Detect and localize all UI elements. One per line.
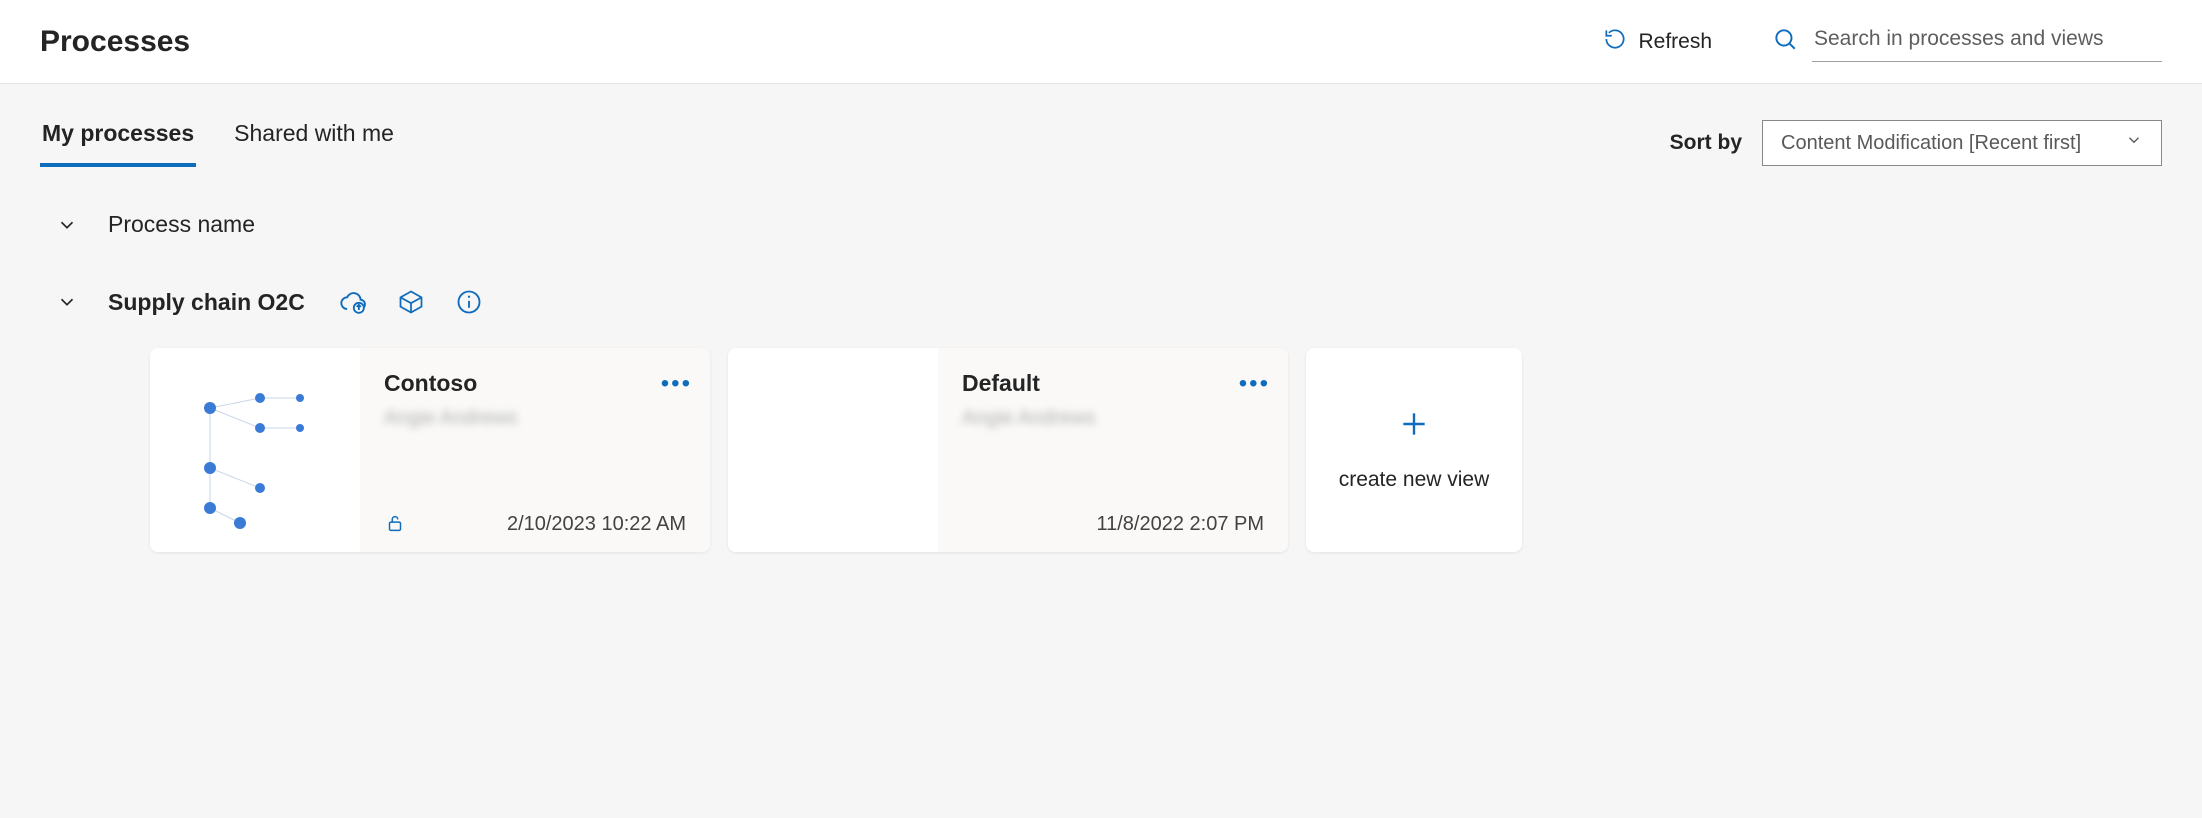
refresh-button[interactable]: Refresh — [1590, 18, 1724, 66]
info-icon[interactable] — [455, 288, 483, 316]
refresh-icon — [1602, 26, 1628, 58]
chevron-down-icon[interactable] — [56, 214, 78, 236]
view-author: Angie Andrews — [384, 407, 686, 430]
process-row: Supply chain O2C — [40, 280, 2162, 324]
view-thumbnail — [728, 348, 938, 552]
process-name-column-header: Process name — [108, 211, 255, 238]
sort-by-value: Content Modification [Recent first] — [1781, 132, 2081, 155]
tab-shared-with-me[interactable]: Shared with me — [232, 120, 396, 167]
search-icon — [1772, 26, 1798, 57]
view-card[interactable]: ••• Default Angie Andrews 11/8/2022 2:07… — [728, 348, 1288, 552]
refresh-label: Refresh — [1638, 30, 1712, 54]
lock-icon — [384, 512, 408, 536]
view-title: Default — [962, 370, 1264, 397]
chevron-down-icon — [2125, 131, 2143, 155]
create-new-view-label: create new view — [1339, 468, 1490, 492]
package-icon[interactable] — [397, 288, 425, 316]
search-input[interactable] — [1812, 21, 2162, 62]
sort-by-label: Sort by — [1670, 131, 1742, 155]
lock-icon-placeholder — [962, 512, 986, 536]
more-icon[interactable]: ••• — [1239, 370, 1270, 398]
view-title: Contoso — [384, 370, 686, 397]
view-thumbnail — [150, 348, 360, 552]
page-title: Processes — [40, 25, 190, 59]
chevron-down-icon[interactable] — [56, 291, 78, 313]
view-author: Angie Andrews — [962, 407, 1264, 430]
view-modified-date: 11/8/2022 2:07 PM — [1096, 513, 1264, 536]
view-modified-date: 2/10/2023 10:22 AM — [507, 513, 686, 536]
process-name-header-row: Process name — [40, 203, 2162, 246]
process-name[interactable]: Supply chain O2C — [108, 289, 305, 316]
tab-my-processes[interactable]: My processes — [40, 120, 196, 167]
view-card[interactable]: ••• Contoso Angie Andrews 2/10/2023 10:2… — [150, 348, 710, 552]
more-icon[interactable]: ••• — [661, 370, 692, 398]
plus-icon — [1398, 408, 1430, 446]
sort-by-select[interactable]: Content Modification [Recent first] — [1762, 120, 2162, 166]
cloud-upload-icon[interactable] — [339, 288, 367, 316]
create-new-view-button[interactable]: create new view — [1306, 348, 1522, 552]
